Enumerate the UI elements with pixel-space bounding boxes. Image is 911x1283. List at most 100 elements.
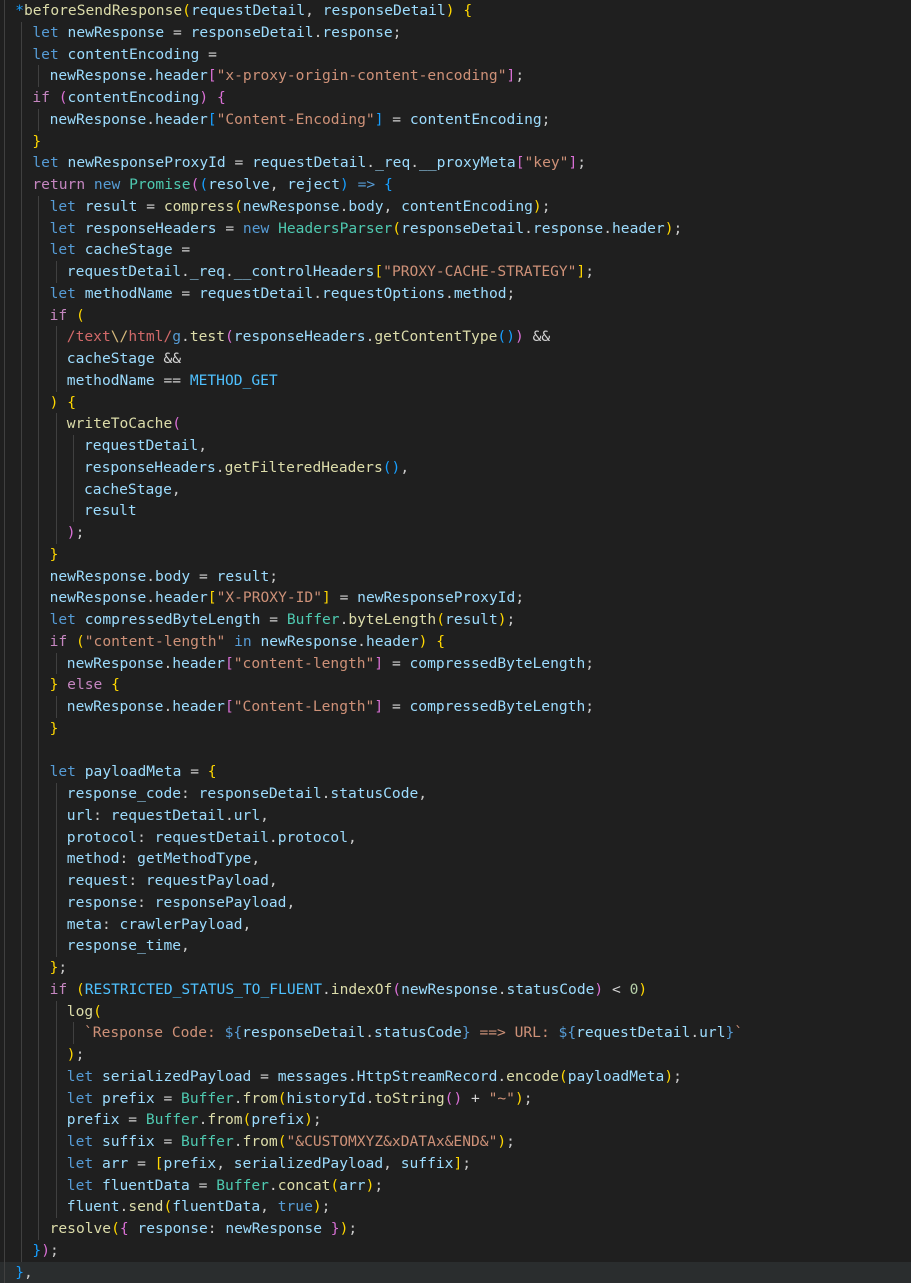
code-line[interactable]: newResponse.header["x-proxy-origin-conte… [0, 65, 911, 87]
code-line[interactable]: cacheStage && [0, 348, 911, 370]
code-token: writeToCache [67, 415, 172, 432]
code-line[interactable]: response: responsePayload, [0, 892, 911, 914]
code-line[interactable]: let payloadMeta = { [0, 761, 911, 783]
code-line[interactable]: `Response Code: ${responseDetail.statusC… [0, 1022, 911, 1044]
code-line[interactable]: prefix = Buffer.from(prefix); [0, 1109, 911, 1131]
code-token: newResponse [261, 633, 358, 650]
code-line[interactable]: if ( [0, 305, 911, 327]
code-line[interactable]: let serializedPayload = messages.HttpStr… [0, 1066, 911, 1088]
code-line[interactable]: response_code: responseDetail.statusCode… [0, 783, 911, 805]
code-line[interactable]: cacheStage, [0, 479, 911, 501]
indent-guide [38, 783, 39, 805]
code-line[interactable]: let result = compress(newResponse.body, … [0, 196, 911, 218]
code-line[interactable]: let compressedByteLength = Buffer.byteLe… [0, 609, 911, 631]
code-token: , [181, 937, 190, 954]
code-line[interactable]: if ("content-length" in newResponse.head… [0, 631, 911, 653]
code-token: crawlerPayload [120, 916, 243, 933]
code-line[interactable]: fluent.send(fluentData, true); [0, 1196, 911, 1218]
code-line[interactable]: newResponse.header["content-length"] = c… [0, 653, 911, 675]
code-line[interactable]: if (RESTRICTED_STATUS_TO_FLUENT.indexOf(… [0, 979, 911, 1001]
code-line[interactable]: let cacheStage = [0, 239, 911, 261]
code-token: let [67, 1090, 102, 1107]
code-line[interactable]: if (contentEncoding) { [0, 87, 911, 109]
code-token: ( [234, 198, 243, 215]
indent-guide [56, 1175, 57, 1197]
indent-guide [21, 914, 22, 936]
indent-guide [56, 935, 57, 957]
code-token: getFilteredHeaders [225, 459, 383, 476]
code-token: let [67, 1155, 102, 1172]
code-line[interactable]: let suffix = Buffer.from("&CUSTOMXYZ&xDA… [0, 1131, 911, 1153]
indent-guide [21, 457, 22, 479]
code-token: __proxyMeta [419, 154, 516, 171]
indent-guide [4, 174, 5, 196]
code-line[interactable]: newResponse.header["Content-Encoding"] =… [0, 109, 911, 131]
code-line[interactable]: }; [0, 957, 911, 979]
code-token: newResponse [50, 568, 147, 585]
code-line[interactable]: *beforeSendResponse(requestDetail, respo… [0, 0, 911, 22]
code-token: header [366, 633, 419, 650]
code-token: body [155, 568, 190, 585]
code-line[interactable]: ); [0, 1044, 911, 1066]
code-token: ( [59, 89, 68, 106]
code-line[interactable]: let newResponseProxyId = requestDetail._… [0, 152, 911, 174]
code-token [208, 89, 217, 106]
code-token: responseDetail [191, 24, 314, 41]
code-line[interactable]: response_time, [0, 935, 911, 957]
code-line[interactable]: let arr = [prefix, serializedPayload, su… [0, 1153, 911, 1175]
code-token: ) [497, 1133, 506, 1150]
code-line[interactable]: let contentEncoding = [0, 44, 911, 66]
indent-guide [4, 805, 5, 827]
code-line[interactable]: request: requestPayload, [0, 870, 911, 892]
code-token: ( [199, 176, 208, 193]
indent-guide [56, 413, 57, 435]
code-line[interactable]: let prefix = Buffer.from(historyId.toStr… [0, 1088, 911, 1110]
code-line[interactable] [0, 740, 911, 762]
code-line[interactable]: let newResponse = responseDetail.respons… [0, 22, 911, 44]
code-token [427, 633, 436, 650]
code-editor[interactable]: *beforeSendResponse(requestDetail, respo… [0, 0, 911, 1273]
code-line[interactable]: newResponse.header["Content-Length"] = c… [0, 696, 911, 718]
code-token: ) [340, 176, 349, 193]
code-line[interactable]: newResponse.body = result; [0, 566, 911, 588]
code-line[interactable]: /text\/html/g.test(responseHeaders.getCo… [0, 326, 911, 348]
code-token: cacheStage [84, 481, 172, 498]
code-line[interactable]: ); [0, 522, 911, 544]
code-line[interactable]: let methodName = requestDetail.requestOp… [0, 283, 911, 305]
code-line[interactable]: url: requestDetail.url, [0, 805, 911, 827]
code-line[interactable]: }); [0, 1240, 911, 1262]
code-line[interactable]: requestDetail, [0, 435, 911, 457]
code-line[interactable]: let responseHeaders = new HeadersParser(… [0, 218, 911, 240]
code-token: indexOf [331, 981, 393, 998]
code-line[interactable]: let fluentData = Buffer.concat(arr); [0, 1175, 911, 1197]
code-line[interactable]: }, [0, 1262, 911, 1283]
indent-guide [21, 827, 22, 849]
code-lines[interactable]: *beforeSendResponse(requestDetail, respo… [0, 0, 911, 1283]
code-line[interactable]: log( [0, 1001, 911, 1023]
code-token: prefix [163, 1155, 216, 1172]
indent-guide [21, 1131, 22, 1153]
code-line[interactable]: protocol: requestDetail.protocol, [0, 827, 911, 849]
code-line[interactable]: meta: crawlerPayload, [0, 914, 911, 936]
code-token: suffix [102, 1133, 155, 1150]
indent-guide [73, 479, 74, 501]
code-line[interactable]: } [0, 544, 911, 566]
code-text: let result = compress(newResponse.body, … [50, 196, 551, 218]
code-line[interactable]: writeToCache( [0, 413, 911, 435]
code-line[interactable]: resolve({ response: newResponse }); [0, 1218, 911, 1240]
code-line[interactable]: responseHeaders.getFilteredHeaders(), [0, 457, 911, 479]
code-line[interactable]: method: getMethodType, [0, 848, 911, 870]
indent-guide [21, 87, 22, 109]
code-line[interactable]: } [0, 718, 911, 740]
code-line[interactable]: methodName == METHOD_GET [0, 370, 911, 392]
code-line[interactable]: newResponse.header["X-PROXY-ID"] = newRe… [0, 587, 911, 609]
code-line[interactable]: result [0, 500, 911, 522]
code-line[interactable]: requestDetail._req.__controlHeaders["PRO… [0, 261, 911, 283]
code-token: let [50, 198, 85, 215]
code-line[interactable]: return new Promise((resolve, reject) => … [0, 174, 911, 196]
code-line[interactable]: ) { [0, 392, 911, 414]
code-line[interactable]: } else { [0, 674, 911, 696]
code-text: if (contentEncoding) { [32, 87, 225, 109]
indent-guide [38, 544, 39, 566]
code-line[interactable]: } [0, 131, 911, 153]
